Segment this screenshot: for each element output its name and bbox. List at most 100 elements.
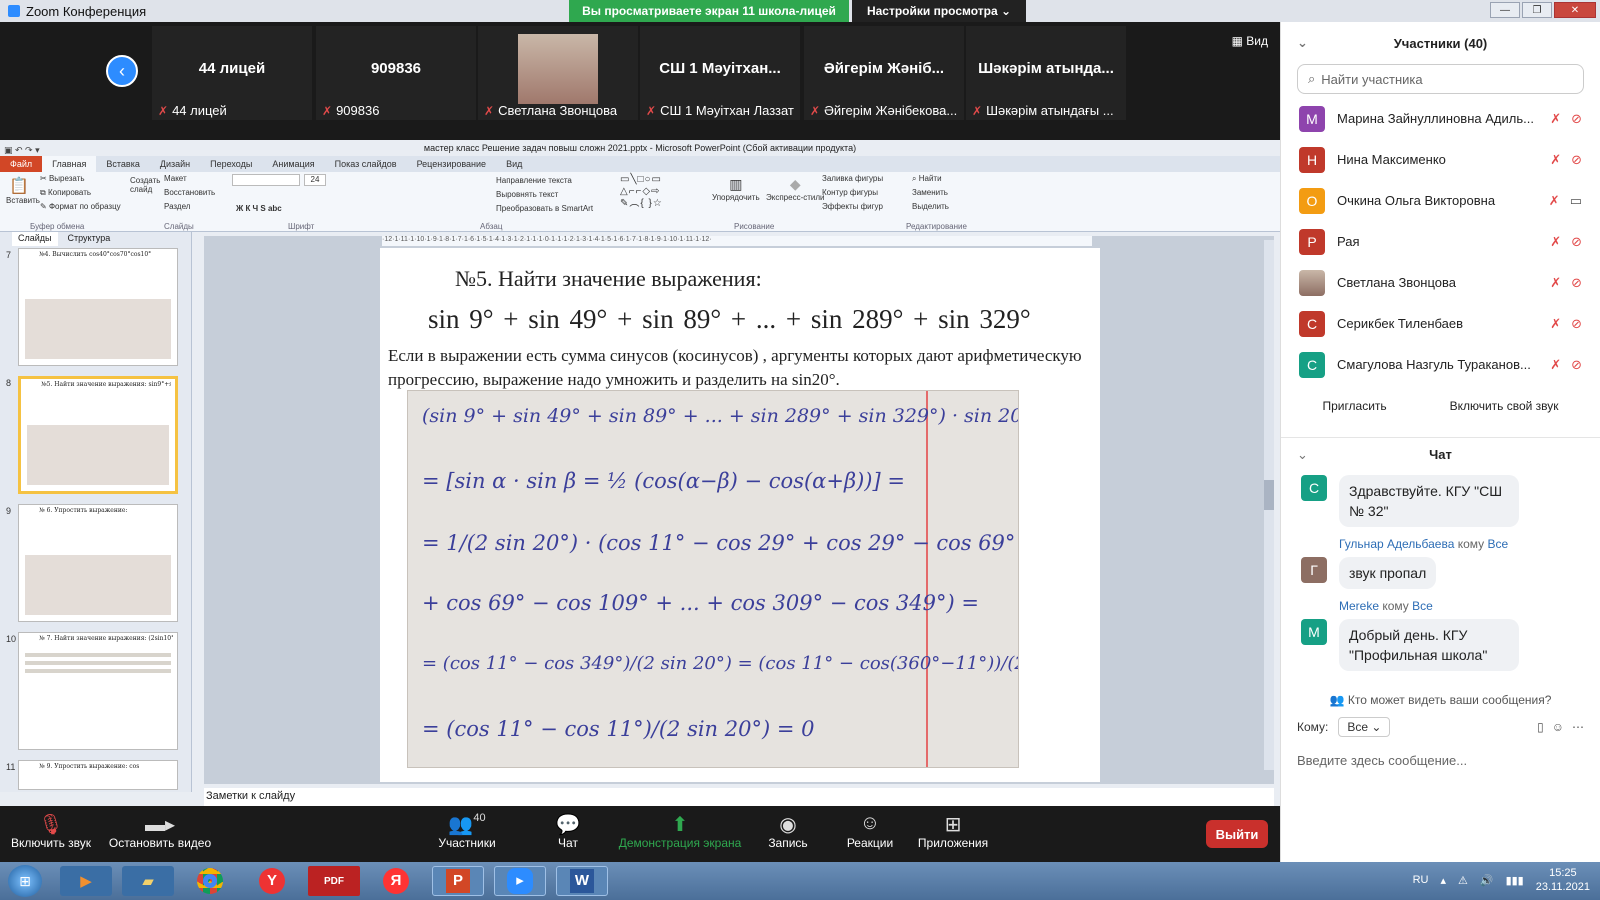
tab-slides[interactable]: Слайды [12, 232, 58, 246]
sender-name[interactable]: Гульнар Адельбаева [1339, 537, 1454, 551]
font-style-buttons[interactable]: Ж К Ч S abc [236, 204, 282, 213]
video-tile[interactable]: Әйгерім Жәнiб... ✗ Әйгерім Жәнібекова... [804, 26, 964, 120]
tab-slideshow[interactable]: Показ слайдов [325, 156, 407, 172]
chat-button[interactable]: 💬 Чат [548, 812, 588, 850]
reset-button[interactable]: Восстановить [164, 188, 215, 197]
taskbar-pdf-reader[interactable]: PDF [308, 866, 360, 896]
taskbar-explorer[interactable]: ▰ [122, 866, 174, 896]
signal-icon[interactable]: ▮▮▮ [1506, 874, 1524, 887]
layout-button[interactable]: Макет [164, 174, 187, 183]
font-size-select[interactable]: 24 [304, 174, 326, 186]
participant-search-input[interactable]: ⌕ Найти участника [1297, 64, 1584, 94]
align-text-button[interactable]: Выровнять текст [496, 190, 558, 199]
more-icon[interactable]: ⋯ [1572, 720, 1584, 734]
reactions-button[interactable]: ☺ Реакции [844, 812, 896, 850]
tray-expand-icon[interactable]: ▴ [1440, 874, 1446, 887]
text-direction-button[interactable]: Направление текста [496, 176, 572, 185]
find-button[interactable]: ⌕ Найти [912, 174, 942, 184]
tab-review[interactable]: Рецензирование [407, 156, 497, 172]
taskbar-yandex-browser[interactable]: Y [246, 866, 298, 896]
recipient-select[interactable]: Все ⌄ [1338, 717, 1391, 737]
leave-button[interactable]: Выйти [1206, 820, 1268, 848]
taskbar-word[interactable]: W [556, 866, 608, 896]
tab-insert[interactable]: Вставка [96, 156, 149, 172]
vertical-scrollbar[interactable] [1264, 240, 1274, 770]
chevron-down-icon[interactable]: ⌄ [1297, 35, 1308, 51]
cut-button[interactable]: ✂ Вырезать [40, 174, 85, 183]
view-options-button[interactable]: Настройки просмотра ⌄ [852, 0, 1026, 22]
video-tile[interactable]: 909836 ✗ 909836 [316, 26, 476, 120]
stop-video-button[interactable]: ▬▸ Остановить видео [108, 812, 212, 850]
smartart-button[interactable]: Преобразовать в SmartArt [496, 204, 593, 213]
tab-home[interactable]: Главная [42, 156, 97, 172]
slide-thumbnail[interactable]: №4. Вычислить cos40°cos70°cos10° [18, 248, 178, 366]
participants-button[interactable]: 👥40 Участники [432, 812, 502, 850]
tab-transitions[interactable]: Переходы [200, 156, 262, 172]
chevron-down-icon[interactable]: ⌄ [1297, 447, 1308, 463]
participant-row[interactable]: О Очкина Ольга Викторовна ✗ ▭ [1281, 180, 1600, 221]
volume-icon[interactable]: 🔊 [1480, 874, 1494, 887]
participant-row[interactable]: Р Рая ✗ ⊘ [1281, 221, 1600, 262]
apps-button[interactable]: ⊞ Приложения [916, 812, 990, 850]
select-button[interactable]: Выделить [912, 202, 949, 211]
taskbar-zoom[interactable]: ▸ [494, 866, 546, 896]
slide-thumbnail[interactable]: № 6. Упростить выражение: [18, 504, 178, 622]
shape-outline-button[interactable]: Контур фигуры [822, 188, 878, 197]
taskbar-media-player[interactable]: ▶ [60, 866, 112, 896]
paste-button[interactable]: 📋 Вставить [6, 176, 40, 205]
invite-button[interactable]: Пригласить [1314, 395, 1394, 417]
scroll-thumb[interactable] [1264, 480, 1274, 510]
tab-animation[interactable]: Анимация [262, 156, 324, 172]
participant-row[interactable]: М Марина Зайнуллиновна Адиль... ✗ ⊘ [1281, 98, 1600, 139]
network-warning-icon[interactable]: ⚠ [1458, 874, 1468, 887]
replace-button[interactable]: Заменить [912, 188, 948, 197]
format-painter-button[interactable]: ✎ Формат по образцу [40, 202, 121, 211]
emoji-icon[interactable]: ☺ [1552, 720, 1564, 734]
tab-design[interactable]: Дизайн [150, 156, 200, 172]
participant-row[interactable]: Н Нина Максименко ✗ ⊘ [1281, 139, 1600, 180]
unmute-button[interactable]: 🎙 Включить звук [8, 812, 94, 850]
language-indicator[interactable]: RU [1413, 874, 1429, 886]
view-button[interactable]: ▦ Вид [1232, 34, 1268, 48]
current-slide[interactable]: №5. Найти значение выражения: sin 9° + s… [380, 248, 1100, 782]
unmute-self-button[interactable]: Включить свой звук [1442, 395, 1567, 417]
tab-outline[interactable]: Структура [62, 232, 117, 246]
video-tile[interactable]: СШ 1 Мәуітхан... ✗ СШ 1 Мәуітхан Лаззат [640, 26, 800, 120]
participant-row[interactable]: Светлана Звонцова ✗ ⊘ [1281, 262, 1600, 303]
participant-row[interactable]: С Серикбек Тиленбаев ✗ ⊘ [1281, 303, 1600, 344]
shapes-gallery[interactable]: ▭╲□○▭ △⌐⌐◇⇨ ✎︵{ }☆ [620, 174, 663, 210]
video-tile[interactable]: Шәкәрім атында... ✗ Шәкәрім атындағы ... [966, 26, 1126, 120]
new-slide-button[interactable]: Создать слайд [130, 176, 160, 194]
start-button[interactable]: ⊞ [8, 865, 42, 897]
font-name-select[interactable] [232, 174, 300, 186]
maximize-button[interactable]: ❐ [1522, 2, 1552, 18]
video-tile[interactable]: ✗ Светлана Звонцова [478, 26, 638, 120]
arrange-button[interactable]: ▥ Упорядочить [712, 176, 760, 202]
file-icon[interactable]: ▯ [1537, 720, 1544, 734]
quick-styles-button[interactable]: ◆ Экспресс-стили [766, 176, 825, 202]
share-screen-button[interactable]: ⬆ Демонстрация экрана [616, 812, 744, 850]
tab-view[interactable]: Вид [496, 156, 532, 172]
taskbar-chrome[interactable] [184, 866, 236, 896]
who-can-see-link[interactable]: 👥 Кто может видеть ваши сообщения? [1281, 693, 1600, 707]
shape-effects-button[interactable]: Эффекты фигур [822, 202, 883, 211]
record-button[interactable]: ◉ Запись [766, 812, 810, 850]
taskbar-yandex[interactable]: Я [370, 866, 422, 896]
minimize-button[interactable]: — [1490, 2, 1520, 18]
gallery-prev-button[interactable]: ‹ [106, 55, 138, 87]
clock[interactable]: 15:25 23.11.2021 [1536, 866, 1590, 894]
video-tile[interactable]: 44 лицей ✗ 44 лицей [152, 26, 312, 120]
chat-message-input[interactable]: Введите здесь сообщение... [1281, 737, 1600, 768]
taskbar-powerpoint[interactable]: P [432, 866, 484, 896]
shape-fill-button[interactable]: Заливка фигуры [822, 174, 883, 183]
section-button[interactable]: Раздел [164, 202, 190, 211]
copy-button[interactable]: ⧉ Копировать [40, 188, 91, 198]
slide-thumbnail[interactable]: № 7. Найти значение выражения: (2sin10°+… [18, 632, 178, 750]
slide-notes-field[interactable]: Заметки к слайду [204, 788, 1274, 806]
slide-thumbnail-selected[interactable]: №5. Найти значение выражения: sin9°+sin4… [18, 376, 178, 494]
close-button[interactable]: ✕ [1554, 2, 1596, 18]
participant-row[interactable]: С Смагулова Назгуль Тураканов... ✗ ⊘ [1281, 344, 1600, 385]
tab-file[interactable]: Файл [0, 156, 43, 172]
slide-thumbnail[interactable]: № 9. Упростить выражение: cos [18, 760, 178, 790]
sender-name[interactable]: Mereke [1339, 599, 1379, 613]
